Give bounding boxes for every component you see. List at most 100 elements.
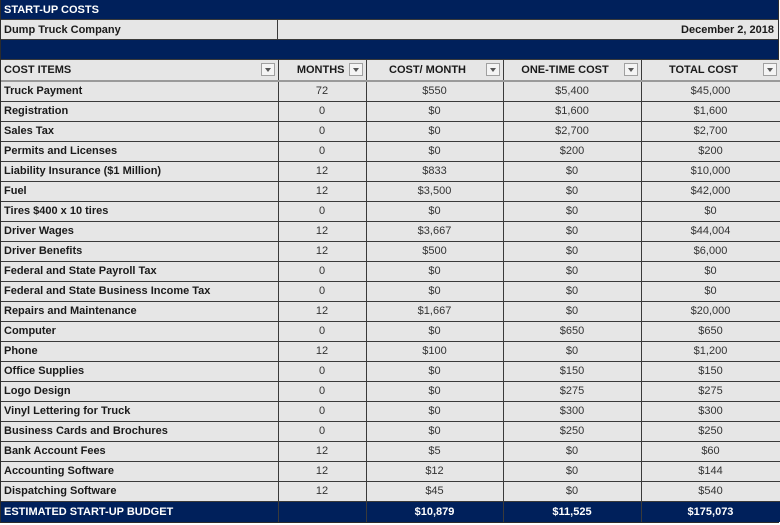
total-cost-cell[interactable]: $300 (641, 401, 780, 422)
months-cell[interactable]: 0 (278, 141, 367, 162)
one-time-cost-cell[interactable]: $1,600 (503, 101, 642, 122)
cost-item-cell[interactable]: Federal and State Payroll Tax (1, 261, 279, 282)
months-cell[interactable]: 0 (278, 281, 367, 302)
cost-item-cell[interactable]: Phone (1, 341, 279, 362)
total-cost-cell[interactable]: $6,000 (641, 241, 780, 262)
cost-month-cell[interactable]: $0 (366, 101, 504, 122)
total-cost-cell[interactable]: $200 (641, 141, 780, 162)
total-cost-cell[interactable]: $0 (641, 281, 780, 302)
cost-item-cell[interactable]: Driver Benefits (1, 241, 279, 262)
dropdown-filter-icon[interactable] (348, 63, 363, 76)
one-time-cost-cell[interactable]: $0 (503, 441, 642, 462)
months-cell[interactable]: 12 (278, 461, 367, 482)
total-cost-cell[interactable]: $45,000 (641, 81, 780, 102)
total-one-time[interactable]: $11,525 (503, 501, 642, 522)
months-cell[interactable]: 12 (278, 181, 367, 202)
cost-item-cell[interactable]: Vinyl Lettering for Truck (1, 401, 279, 422)
cost-month-cell[interactable]: $0 (366, 261, 504, 282)
cost-item-cell[interactable]: Office Supplies (1, 361, 279, 382)
months-cell[interactable]: 0 (278, 121, 367, 142)
cost-item-cell[interactable]: Sales Tax (1, 121, 279, 142)
months-cell[interactable]: 12 (278, 301, 367, 322)
one-time-cost-cell[interactable]: $0 (503, 181, 642, 202)
one-time-cost-cell[interactable]: $0 (503, 461, 642, 482)
cost-item-cell[interactable]: Logo Design (1, 381, 279, 402)
total-cost-cell[interactable]: $44,004 (641, 221, 780, 242)
months-cell[interactable]: 0 (278, 401, 367, 422)
cost-month-cell[interactable]: $550 (366, 81, 504, 102)
report-date[interactable]: December 2, 2018 (278, 20, 778, 39)
months-cell[interactable]: 12 (278, 341, 367, 362)
one-time-cost-cell[interactable]: $0 (503, 161, 642, 182)
one-time-cost-cell[interactable]: $0 (503, 201, 642, 222)
total-cost-month[interactable]: $10,879 (366, 501, 504, 522)
one-time-cost-cell[interactable]: $300 (503, 401, 642, 422)
one-time-cost-cell[interactable]: $0 (503, 261, 642, 282)
cost-item-cell[interactable]: Business Cards and Brochures (1, 421, 279, 442)
one-time-cost-cell[interactable]: $0 (503, 241, 642, 262)
cost-month-cell[interactable]: $0 (366, 121, 504, 142)
dropdown-filter-icon[interactable] (762, 63, 777, 76)
months-cell[interactable]: 0 (278, 261, 367, 282)
cost-month-cell[interactable]: $0 (366, 201, 504, 222)
cost-month-cell[interactable]: $5 (366, 441, 504, 462)
one-time-cost-cell[interactable]: $250 (503, 421, 642, 442)
cost-month-cell[interactable]: $0 (366, 361, 504, 382)
one-time-cost-cell[interactable]: $150 (503, 361, 642, 382)
cost-item-cell[interactable]: Federal and State Business Income Tax (1, 281, 279, 302)
company-name[interactable]: Dump Truck Company (1, 20, 278, 39)
months-cell[interactable]: 72 (278, 81, 367, 102)
cost-item-cell[interactable]: Computer (1, 321, 279, 342)
one-time-cost-cell[interactable]: $0 (503, 341, 642, 362)
cost-item-cell[interactable]: Repairs and Maintenance (1, 301, 279, 322)
cost-item-cell[interactable]: Liability Insurance ($1 Million) (1, 161, 279, 182)
months-cell[interactable]: 0 (278, 421, 367, 442)
one-time-cost-cell[interactable]: $0 (503, 481, 642, 502)
cost-month-cell[interactable]: $0 (366, 321, 504, 342)
cost-month-cell[interactable]: $0 (366, 401, 504, 422)
total-cost-cell[interactable]: $2,700 (641, 121, 780, 142)
cost-month-cell[interactable]: $1,667 (366, 301, 504, 322)
total-cost-cell[interactable]: $650 (641, 321, 780, 342)
cost-item-cell[interactable]: Driver Wages (1, 221, 279, 242)
months-cell[interactable]: 0 (278, 201, 367, 222)
total-cost-cell[interactable]: $60 (641, 441, 780, 462)
cost-month-cell[interactable]: $833 (366, 161, 504, 182)
cost-month-cell[interactable]: $0 (366, 421, 504, 442)
months-cell[interactable]: 0 (278, 361, 367, 382)
total-cost-cell[interactable]: $42,000 (641, 181, 780, 202)
total-cost-cell[interactable]: $1,200 (641, 341, 780, 362)
cost-item-cell[interactable]: Registration (1, 101, 279, 122)
months-cell[interactable]: 0 (278, 321, 367, 342)
total-cost-cell[interactable]: $540 (641, 481, 780, 502)
cost-item-cell[interactable]: Fuel (1, 181, 279, 202)
months-cell[interactable]: 12 (278, 161, 367, 182)
total-cost-cell[interactable]: $0 (641, 201, 780, 222)
months-cell[interactable]: 12 (278, 221, 367, 242)
total-cost-cell[interactable]: $144 (641, 461, 780, 482)
cost-month-cell[interactable]: $500 (366, 241, 504, 262)
cost-item-cell[interactable]: Dispatching Software (1, 481, 279, 502)
one-time-cost-cell[interactable]: $0 (503, 301, 642, 322)
total-cost-cell[interactable]: $10,000 (641, 161, 780, 182)
one-time-cost-cell[interactable]: $650 (503, 321, 642, 342)
dropdown-filter-icon[interactable] (485, 63, 500, 76)
one-time-cost-cell[interactable]: $0 (503, 221, 642, 242)
total-cost-cell[interactable]: $20,000 (641, 301, 780, 322)
months-cell[interactable]: 0 (278, 101, 367, 122)
cost-month-cell[interactable]: $100 (366, 341, 504, 362)
cost-item-cell[interactable]: Bank Account Fees (1, 441, 279, 462)
cost-month-cell[interactable]: $0 (366, 141, 504, 162)
cost-item-cell[interactable]: Tires $400 x 10 tires (1, 201, 279, 222)
total-cost-cell[interactable]: $150 (641, 361, 780, 382)
total-label[interactable]: ESTIMATED START-UP BUDGET (1, 501, 279, 522)
months-cell[interactable]: 0 (278, 381, 367, 402)
cost-month-cell[interactable]: $3,667 (366, 221, 504, 242)
cost-month-cell[interactable]: $3,500 (366, 181, 504, 202)
total-cost-cell[interactable]: $0 (641, 261, 780, 282)
total-cost-cell[interactable]: $275 (641, 381, 780, 402)
cost-item-cell[interactable]: Truck Payment (1, 81, 279, 102)
total-cost-cell[interactable]: $250 (641, 421, 780, 442)
one-time-cost-cell[interactable]: $2,700 (503, 121, 642, 142)
months-cell[interactable]: 12 (278, 481, 367, 502)
